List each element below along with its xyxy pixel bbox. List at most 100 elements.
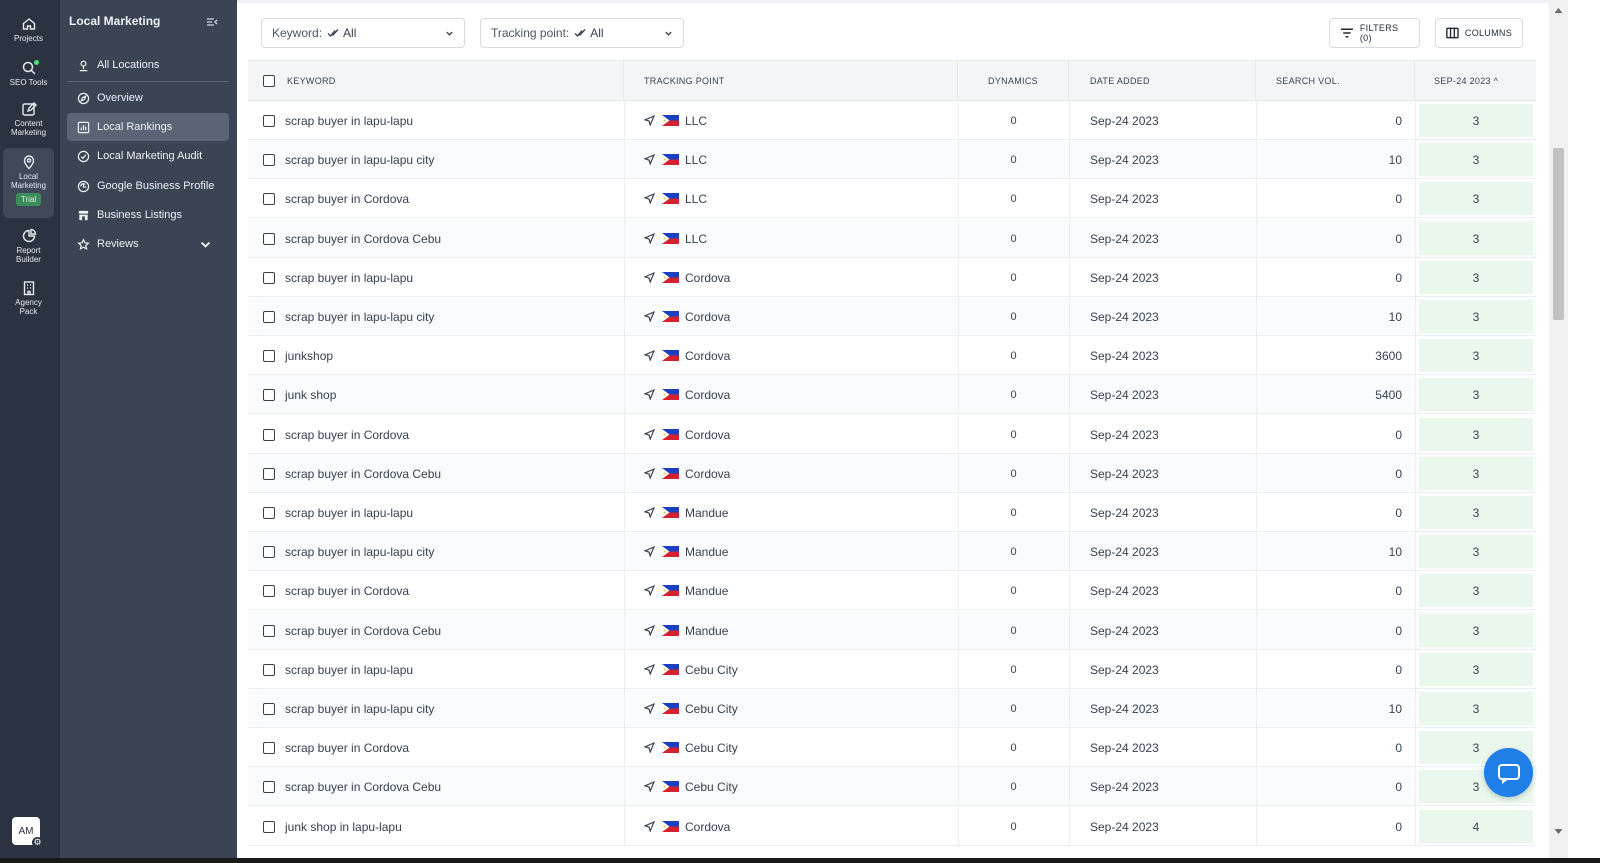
column-separator	[1415, 336, 1416, 375]
row-checkbox[interactable]	[263, 192, 275, 205]
rank-cell[interactable]: 3	[1419, 339, 1533, 372]
tracking-point-cell: Cebu City	[644, 767, 944, 806]
chat-button[interactable]	[1484, 748, 1533, 797]
rank-cell[interactable]: 3	[1419, 574, 1533, 607]
table-row[interactable]: scrap buyer in Cordova Cebu City 0 Sep-24 2…	[248, 728, 1536, 767]
sidebar-item-reviews[interactable]: Reviews	[67, 230, 229, 258]
row-checkbox[interactable]	[263, 467, 275, 480]
navigation-arrow-icon	[644, 742, 655, 753]
row-checkbox[interactable]	[263, 545, 275, 558]
sidebar-item-local-marketing-audit[interactable]: Local Marketing Audit	[67, 142, 229, 170]
tracking-point-filter-dropdown[interactable]: Tracking point: All	[480, 18, 684, 48]
header-keyword[interactable]: KEYWORD	[248, 61, 624, 101]
select-all-checkbox[interactable]	[263, 75, 275, 87]
row-checkbox[interactable]	[263, 506, 275, 519]
rail-item-content-marketing[interactable]: Content Marketing	[3, 101, 54, 137]
row-checkbox[interactable]	[263, 624, 275, 637]
vertical-scrollbar[interactable]	[1549, 0, 1568, 858]
row-checkbox[interactable]	[263, 232, 275, 245]
table-row[interactable]: scrap buyer in lapu-lapu city Cebu City 0 S…	[248, 689, 1536, 728]
sidebar-item-overview[interactable]: Overview	[67, 84, 229, 112]
rank-cell[interactable]: 3	[1419, 378, 1533, 411]
sidebar-item-all-locations[interactable]: All Locations	[67, 51, 229, 79]
status-dot	[34, 60, 39, 65]
keyword-text: scrap buyer in lapu-lapu city	[285, 309, 435, 324]
rank-cell[interactable]: 3	[1419, 496, 1533, 529]
columns-button[interactable]: COLUMNS	[1435, 18, 1523, 48]
tracking-point-text: LLC	[685, 113, 708, 128]
table-row[interactable]: junk shop in lapu-lapu Cordova 0 Sep-24 202…	[248, 807, 1536, 846]
rail-item-seo-tools[interactable]: SEO Tools	[3, 60, 54, 87]
table-row[interactable]: junkshop Cordova 0 Sep-24 2023 3600 3	[248, 336, 1536, 375]
scroll-down-arrow-icon[interactable]	[1554, 828, 1563, 835]
settings-gear-icon[interactable]: ⚙	[32, 837, 43, 848]
row-checkbox[interactable]	[263, 428, 275, 441]
table-row[interactable]: scrap buyer in Cordova Cordova 0 Sep-24 202…	[248, 415, 1536, 454]
rail-item-local-marketing[interactable]: Local Marketing Trial	[3, 148, 54, 218]
rank-value: 3	[1472, 309, 1480, 324]
rank-cell[interactable]: 3	[1419, 614, 1533, 647]
header-dynamics[interactable]: DYNAMICS	[958, 61, 1069, 101]
scroll-up-arrow-icon[interactable]	[1554, 7, 1563, 14]
table-row[interactable]: junk shop Cordova 0 Sep-24 2023 5400 3	[248, 375, 1536, 414]
tracking-point-text: Cebu City	[685, 779, 738, 794]
rank-cell[interactable]: 3	[1419, 418, 1533, 451]
rank-cell[interactable]: 3	[1419, 182, 1533, 215]
sidebar-item-business-listings[interactable]: Business Listings	[67, 201, 229, 229]
table-row[interactable]: scrap buyer in Cordova LLC 0 Sep-24 2023 0 3	[248, 179, 1536, 218]
table-row[interactable]: scrap buyer in lapu-lapu Cordova 0 Sep-24 2…	[248, 258, 1536, 297]
philippines-flag-icon	[662, 585, 679, 596]
row-checkbox[interactable]	[263, 271, 275, 284]
tracking-point-cell: Cordova	[644, 297, 944, 336]
rank-cell[interactable]: 3	[1419, 261, 1533, 294]
table-row[interactable]: scrap buyer in lapu-lapu city Mandue 0 Sep-…	[248, 532, 1536, 571]
row-checkbox[interactable]	[263, 388, 275, 401]
header-rank-date[interactable]: SEP-24 2023 ^	[1415, 61, 1536, 101]
row-checkbox[interactable]	[263, 349, 275, 362]
chevron-down-icon	[446, 31, 453, 36]
row-checkbox[interactable]	[263, 584, 275, 597]
header-tracking-point[interactable]: TRACKING POINT	[624, 61, 958, 101]
table-row[interactable]: scrap buyer in lapu-lapu Mandue 0 Sep-24 20…	[248, 493, 1536, 532]
rank-cell[interactable]: 3	[1419, 222, 1533, 255]
filters-button[interactable]: FILTERS (0)	[1329, 18, 1420, 48]
row-checkbox[interactable]	[263, 702, 275, 715]
table-row[interactable]: scrap buyer in Cordova Mandue 0 Sep-24 2023…	[248, 571, 1536, 610]
row-checkbox[interactable]	[263, 114, 275, 127]
row-checkbox[interactable]	[263, 310, 275, 323]
table-row[interactable]: scrap buyer in Cordova Cebu Cebu City 0 Sep…	[248, 767, 1536, 806]
dynamics-cell: 0	[958, 336, 1069, 375]
rank-cell[interactable]: 3	[1419, 104, 1533, 137]
rank-cell[interactable]: 3	[1419, 535, 1533, 568]
rank-cell[interactable]: 3	[1419, 143, 1533, 176]
row-checkbox[interactable]	[263, 780, 275, 793]
table-row[interactable]: scrap buyer in Cordova Cebu Cordova 0 Sep-2…	[248, 454, 1536, 493]
table-row[interactable]: scrap buyer in lapu-lapu city Cordova 0 Sep…	[248, 297, 1536, 336]
sidebar-item-local-rankings[interactable]: Local Rankings	[67, 113, 229, 141]
sidebar-item-google-business-profile[interactable]: Google Business Profile	[67, 172, 229, 200]
header-date-added[interactable]: DATE ADDED	[1069, 61, 1256, 101]
rank-cell[interactable]: 3	[1419, 692, 1533, 725]
table-row[interactable]: scrap buyer in Cordova Cebu LLC 0 Sep-24 20…	[248, 219, 1536, 258]
row-checkbox[interactable]	[263, 741, 275, 754]
rank-cell[interactable]: 3	[1419, 653, 1533, 686]
table-row[interactable]: scrap buyer in Cordova Cebu Mandue 0 Sep-24…	[248, 611, 1536, 650]
rail-item-agency-pack[interactable]: Agency Pack	[3, 280, 54, 316]
row-checkbox[interactable]	[263, 820, 275, 833]
table-row[interactable]: scrap buyer in lapu-lapu Cebu City 0 Sep-24…	[248, 650, 1536, 689]
rail-item-projects[interactable]: Projects	[3, 16, 54, 43]
scrollbar-thumb[interactable]	[1553, 148, 1564, 320]
rank-cell[interactable]: 4	[1419, 810, 1533, 843]
keyword-text: junk shop in lapu-lapu	[285, 819, 402, 834]
table-row[interactable]: scrap buyer in lapu-lapu LLC 0 Sep-24 2023 0…	[248, 101, 1536, 140]
keyword-filter-dropdown[interactable]: Keyword: All	[261, 18, 465, 48]
rank-cell[interactable]: 3	[1419, 457, 1533, 490]
rank-cell[interactable]: 3	[1419, 300, 1533, 333]
rail-item-report-builder[interactable]: Report Builder	[3, 228, 54, 264]
row-checkbox[interactable]	[263, 153, 275, 166]
collapse-sidebar-icon[interactable]	[205, 15, 219, 29]
table-row[interactable]: scrap buyer in lapu-lapu city LLC 0 Sep-24 …	[248, 140, 1536, 179]
header-search-vol[interactable]: SEARCH VOL.	[1256, 61, 1415, 101]
search-vol-value: 0	[1395, 191, 1402, 206]
row-checkbox[interactable]	[263, 663, 275, 676]
